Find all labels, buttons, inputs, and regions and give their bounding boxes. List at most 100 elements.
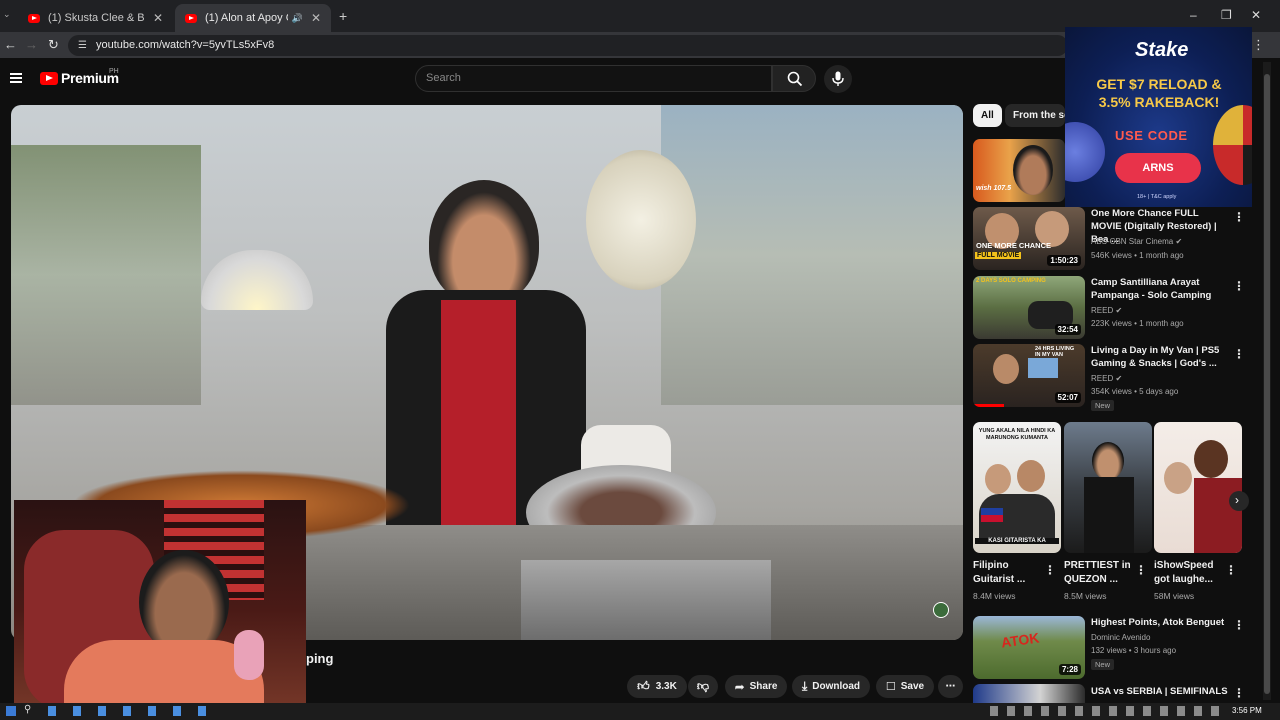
verified-icon: ✔ — [1115, 306, 1123, 315]
channel-name: REED — [1091, 306, 1114, 315]
ad-headline: GET $7 RELOAD & 3.5% RAKEBACK! — [1096, 76, 1222, 110]
recommendation-thumbnail[interactable] — [973, 684, 1085, 703]
forward-arrow-icon[interactable]: → — [25, 37, 38, 52]
recommendation-channel[interactable]: REED ✔ — [1091, 374, 1122, 383]
more-vertical-icon[interactable]: ⋮ — [1233, 618, 1245, 632]
region-label: PH — [109, 68, 119, 75]
more-vertical-icon[interactable]: ⋮ — [1233, 686, 1245, 700]
short-face — [1017, 460, 1045, 492]
save-button[interactable]: ☐ Save — [876, 675, 934, 698]
menu-icon[interactable] — [10, 73, 22, 83]
search-button[interactable] — [772, 65, 816, 92]
search-input[interactable]: Search — [415, 65, 772, 92]
url-field[interactable]: ☰ youtube.com/watch?v=5yvTLs5xFv8 — [68, 35, 1068, 56]
roulette-wheel-icon — [1213, 105, 1252, 185]
tab-alon-at-apoy[interactable]: (1) Alon at Apoy Camp Pala 🔊 ✕ — [175, 4, 331, 32]
more-vertical-icon[interactable]: ⋮ — [1225, 563, 1237, 577]
clock: 3:56 PM — [1232, 706, 1262, 715]
stake-ad-overlay[interactable]: Stake GET $7 RELOAD & 3.5% RAKEBACK! USE… — [1065, 27, 1252, 207]
short-thumbnail[interactable] — [1154, 422, 1242, 553]
recommendation-meta: 132 views • 3 hours ago — [1091, 646, 1177, 655]
ph-flag-icon — [981, 508, 1003, 522]
youtube-logo-icon[interactable] — [40, 72, 58, 85]
more-vertical-icon[interactable]: ⋮ — [1233, 210, 1245, 224]
thumbnail-face — [1013, 145, 1053, 195]
recommendation-thumbnail[interactable]: 2 DAYS SOLO CAMPING 32:54 — [973, 276, 1085, 339]
pinned-apps-icon[interactable] — [48, 706, 208, 716]
short-face — [1194, 440, 1228, 478]
like-button[interactable]: 👍︎ 3.3K — [627, 675, 687, 698]
short-title[interactable]: iShowSpeed got laughe... — [1154, 559, 1222, 587]
system-tray-icon[interactable] — [990, 706, 1220, 716]
shorts-next-button[interactable]: › — [1229, 491, 1249, 511]
tab-skusta[interactable]: (1) Skusta Clee & Bullet D - "Dy ✕ — [18, 4, 173, 32]
like-count: 3.3K — [655, 681, 677, 692]
windows-taskbar: ⚲ 3:56 PM — [0, 703, 1280, 720]
chip-from-series[interactable]: From the se — [1005, 104, 1065, 127]
recommendation-thumbnail[interactable]: ATOK 7:28 — [973, 616, 1085, 679]
recommendation-thumbnail[interactable]: 24 HRS LIVING IN MY VAN 52:07 — [973, 344, 1085, 407]
tab-list-chevron-icon[interactable]: ⌄ — [3, 9, 11, 20]
search-icon — [787, 71, 803, 87]
voice-search-button[interactable] — [824, 65, 852, 93]
short-person-body — [1084, 477, 1134, 553]
recommendation-channel[interactable]: ABS-CBN Star Cinema ✔ — [1091, 237, 1182, 246]
ad-code: ARNS — [1142, 162, 1174, 174]
back-arrow-icon[interactable]: ← — [4, 37, 17, 52]
full-movie-tag: FULL MOVIE — [975, 252, 1022, 259]
start-icon[interactable] — [6, 706, 16, 716]
short-title[interactable]: PRETTIEST in QUEZON ... — [1064, 559, 1132, 587]
recommendation-thumbnail[interactable]: wish 107.5 — [973, 139, 1065, 202]
ad-brand: Stake — [1135, 39, 1189, 61]
more-vertical-icon[interactable]: ⋮ — [1044, 563, 1056, 577]
chip-all[interactable]: All — [973, 104, 1002, 127]
page-scrollbar[interactable] — [1263, 62, 1271, 700]
browser-menu-icon[interactable]: ⋮ — [1252, 37, 1265, 53]
restore-icon[interactable]: ❐ — [1221, 8, 1232, 22]
more-actions-button[interactable]: ⋯ — [938, 675, 963, 698]
recommendation-title[interactable]: Highest Points, Atok Benguet — [1091, 616, 1231, 629]
dislike-button[interactable]: 👎︎ — [688, 675, 718, 698]
verified-icon: ✔ — [1175, 237, 1183, 246]
recommendation-channel[interactable]: REED ✔ — [1091, 306, 1122, 315]
short-title[interactable]: Filipino Guitarist ... — [973, 559, 1041, 587]
scrollbar-thumb[interactable] — [1264, 74, 1270, 694]
speaker-icon[interactable]: 🔊 — [292, 13, 303, 24]
more-vertical-icon[interactable]: ⋮ — [1233, 347, 1245, 361]
more-vertical-icon[interactable]: ⋮ — [1233, 279, 1245, 293]
new-tab-button[interactable]: + — [339, 8, 347, 24]
share-button[interactable]: ➦ Share — [725, 675, 787, 698]
minimize-icon[interactable]: – — [1190, 8, 1197, 22]
download-label: Download — [812, 681, 861, 692]
chevron-right-icon: › — [1235, 493, 1239, 507]
duration-badge: 32:54 — [1054, 324, 1081, 335]
thumbnail-monitor — [1028, 358, 1058, 378]
search-icon[interactable]: ⚲ — [24, 704, 31, 715]
recommendation-channel[interactable]: Dominic Avenido — [1091, 633, 1150, 642]
close-window-icon[interactable]: ✕ — [1251, 8, 1261, 22]
channel-watermark-icon — [933, 602, 949, 618]
download-button[interactable]: ⤓ Download — [792, 675, 870, 698]
close-tab-icon[interactable]: ✕ — [311, 11, 321, 25]
short-thumbnail[interactable] — [1064, 422, 1152, 553]
short-views: 8.5M views — [1064, 591, 1107, 601]
video-scale — [586, 150, 696, 290]
ad-code-button[interactable]: ARNS — [1115, 153, 1201, 183]
recommendation-thumbnail[interactable]: ONE MORE CHANCE FULL MOVIE 1:50:23 — [973, 207, 1085, 270]
thumbnail-overlay-text: ONE MORE CHANCE — [976, 241, 1052, 250]
wish-logo: wish 107.5 — [976, 185, 1012, 192]
short-thumbnail[interactable]: YUNG AKALA NILA HINDI KA MARUNONG KUMANT… — [973, 422, 1061, 553]
streamer-webcam — [14, 500, 306, 720]
more-vertical-icon[interactable]: ⋮ — [1135, 563, 1147, 577]
close-tab-icon[interactable]: ✕ — [153, 11, 163, 25]
thumbnail-face — [993, 354, 1019, 384]
recommendation-meta: 223K views • 1 month ago — [1091, 319, 1184, 328]
save-label: Save — [900, 681, 925, 692]
thumbs-up-icon: 👍︎ — [637, 679, 650, 693]
video-person-head — [429, 180, 539, 305]
recommendation-title[interactable]: USA vs SERBIA | SEMIFINALS — [1091, 685, 1231, 698]
reload-icon[interactable]: ↻ — [48, 37, 59, 53]
recommendation-title[interactable]: Living a Day in My Van | PS5 Gaming & Sn… — [1091, 344, 1231, 370]
recommendation-title[interactable]: Camp Santilliana Arayat Pampanga - Solo … — [1091, 276, 1231, 302]
site-info-icon[interactable]: ☰ — [78, 35, 87, 56]
